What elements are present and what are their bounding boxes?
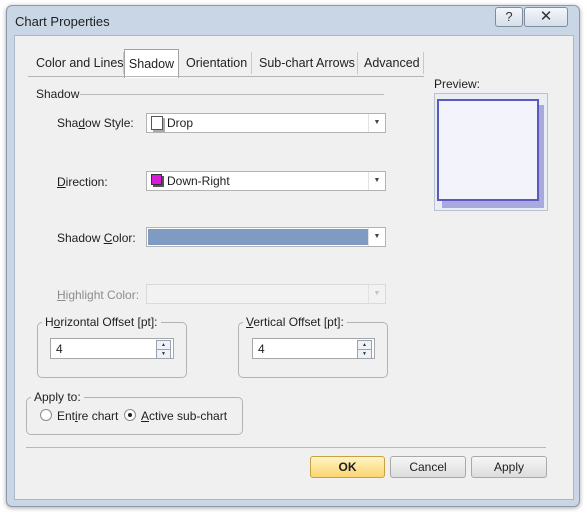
ok-button[interactable]: OK: [310, 456, 385, 478]
button-area-divider: [26, 447, 546, 448]
entire-chart-label[interactable]: Entire chart: [57, 409, 118, 423]
vertical-offset-value[interactable]: 4: [258, 342, 265, 356]
tab-orientation[interactable]: Orientation: [180, 50, 253, 76]
vertical-offset-label: Vertical Offset [pt]:: [243, 315, 347, 329]
shadow-color-label: Shadow Color:: [57, 231, 136, 245]
tab-advanced[interactable]: Advanced: [358, 50, 426, 76]
apply-button[interactable]: Apply: [471, 456, 547, 478]
shadow-group-label: Shadow: [36, 87, 80, 101]
shadow-style-value: Drop: [167, 116, 194, 130]
tab-separator: [251, 52, 252, 74]
direction-select[interactable]: Down-Right ▼: [146, 171, 386, 191]
tab-color-and-lines[interactable]: Color and Lines: [30, 50, 130, 76]
highlight-color-label: Highlight Color:: [57, 288, 140, 302]
radio-selected-dot: [128, 413, 132, 417]
chevron-down-icon: ▼: [368, 285, 385, 303]
preview-box: [437, 99, 539, 201]
horizontal-offset-stepper[interactable]: 4 ▲ ▼: [50, 338, 174, 359]
vertical-offset-stepper[interactable]: 4 ▲ ▼: [252, 338, 375, 359]
highlight-color-select: ▼: [146, 284, 386, 304]
spin-down-icon[interactable]: ▼: [357, 349, 372, 359]
entire-chart-radio[interactable]: [40, 409, 52, 421]
shadow-style-select[interactable]: Drop ▼: [146, 113, 386, 133]
drop-shadow-icon: [151, 116, 163, 130]
dialog-title: Chart Properties: [15, 14, 110, 29]
tab-shadow[interactable]: Shadow: [124, 49, 179, 78]
chevron-down-icon[interactable]: ▼: [368, 172, 385, 190]
preview-frame: [434, 93, 548, 211]
horizontal-offset-label: Horizontal Offset [pt]:: [42, 315, 161, 329]
close-button[interactable]: ✕: [524, 7, 568, 27]
apply-to-label: Apply to:: [31, 390, 84, 404]
chevron-down-icon[interactable]: ▼: [368, 114, 385, 132]
tab-strip-border: [28, 76, 424, 77]
shadow-color-select[interactable]: ▼: [146, 227, 386, 247]
active-sub-chart-label[interactable]: Active sub-chart: [141, 409, 227, 423]
shadow-color-swatch: [148, 229, 369, 245]
shadow-style-label: Shadow Style:: [57, 116, 134, 130]
preview-label: Preview:: [434, 77, 481, 91]
cancel-button[interactable]: Cancel: [390, 456, 466, 478]
direction-value: Down-Right: [167, 174, 230, 188]
horizontal-offset-value[interactable]: 4: [56, 342, 63, 356]
chevron-down-icon[interactable]: ▼: [368, 228, 385, 246]
shadow-group-divider: [80, 94, 384, 95]
direction-label: Direction:: [57, 175, 108, 189]
help-button[interactable]: ?: [495, 7, 523, 27]
direction-swatch-icon: [151, 174, 162, 185]
tab-separator: [423, 52, 424, 74]
spin-down-icon[interactable]: ▼: [156, 349, 171, 359]
active-sub-chart-radio[interactable]: [124, 409, 136, 421]
tab-sub-chart-arrows[interactable]: Sub-chart Arrows: [253, 50, 361, 76]
